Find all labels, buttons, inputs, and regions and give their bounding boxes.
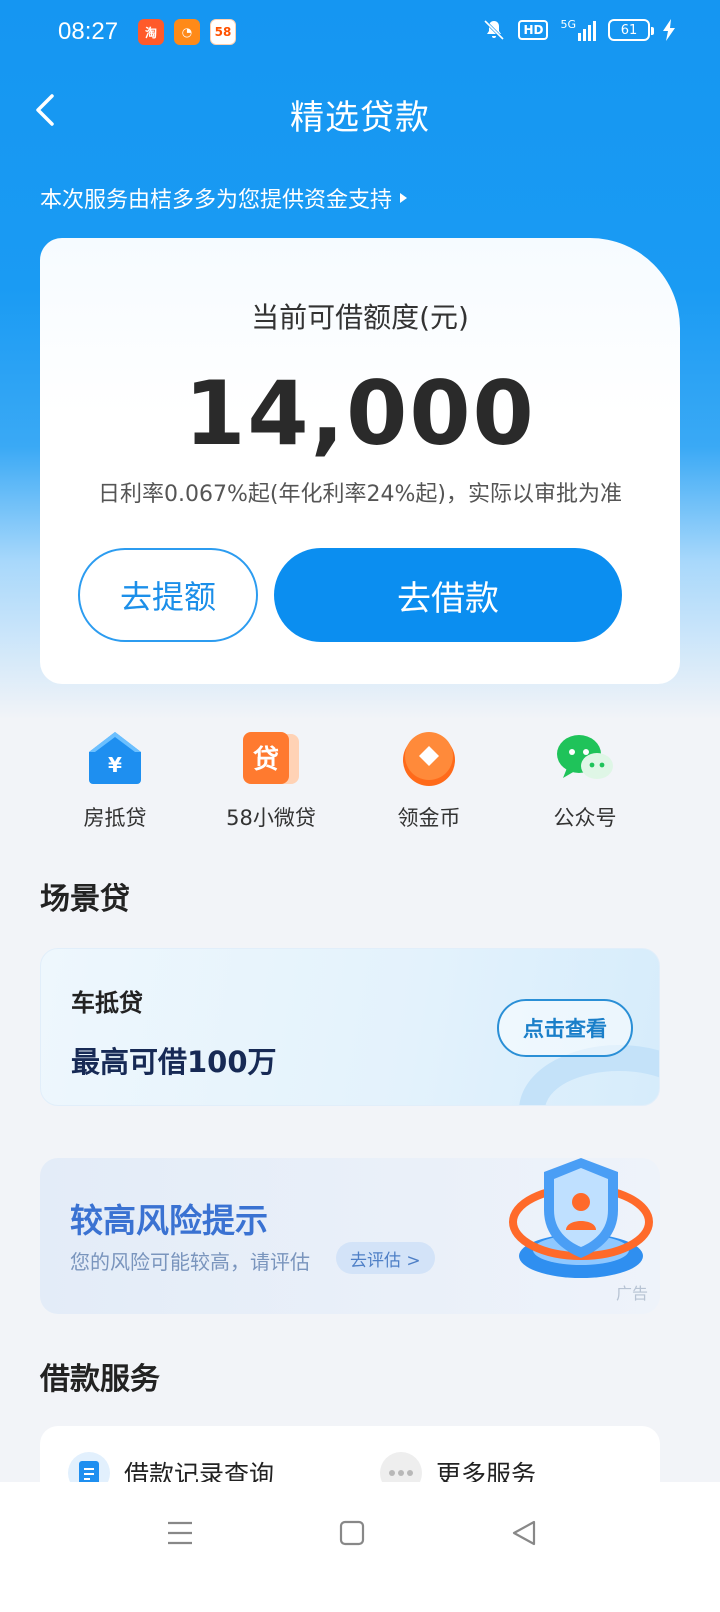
mute-bell-icon xyxy=(484,19,505,41)
svg-text:贷: 贷 xyxy=(253,744,279,775)
loan-services-section-title: 借款服务 xyxy=(40,1362,160,1397)
quick-entry-label: 58小微贷 xyxy=(226,806,316,830)
quick-entries: ¥ 房抵贷 贷 58小微贷 领金币 公众号 xyxy=(40,728,680,838)
status-time: 08:27 xyxy=(58,18,119,45)
taobao-app-icon: 淘 xyxy=(138,19,164,45)
rate-note: 日利率0.067%起(年化利率24%起)，实际以审批为准 xyxy=(98,482,622,507)
battery-icon: 61 xyxy=(608,19,654,41)
coin-icon xyxy=(399,728,459,788)
triangle-back-icon xyxy=(512,1520,536,1546)
house-yuan-icon: ¥ xyxy=(85,728,145,788)
scene-loan-name: 车抵贷 xyxy=(71,989,143,1017)
signal-icon: 5G xyxy=(560,19,596,41)
shield-illustration xyxy=(506,1158,656,1294)
risk-subtitle: 您的风险可能较高，请评估 xyxy=(70,1250,310,1274)
ad-tag: 广告 xyxy=(615,1284,648,1303)
borrow-button[interactable]: 去借款 xyxy=(274,548,622,642)
quick-entry-label: 房抵贷 xyxy=(83,806,147,830)
risk-warning-banner[interactable]: 较高风险提示 您的风险可能较高，请评估 去评估 > 广告 xyxy=(40,1158,660,1314)
header: 精选贷款 xyxy=(0,80,720,140)
quick-entry-small-loan[interactable]: 贷 58小微贷 xyxy=(196,728,346,832)
square-home-icon xyxy=(339,1520,365,1546)
system-back-button[interactable] xyxy=(494,1508,554,1558)
provider-note-link[interactable]: 本次服务由桔多多为您提供资金支持 xyxy=(40,182,408,214)
credit-amount: 14,000 xyxy=(184,362,536,465)
app-58-icon: 58 xyxy=(210,19,236,45)
limit-label: 当前可借额度(元) xyxy=(251,301,469,334)
home-button[interactable] xyxy=(322,1508,382,1558)
system-navigation-bar xyxy=(0,1482,720,1612)
triangle-right-icon xyxy=(400,193,408,203)
page-title: 精选贷款 xyxy=(290,98,430,138)
quick-entry-official-account[interactable]: 公众号 xyxy=(510,728,660,832)
loan-tag-icon: 贷 xyxy=(241,728,301,788)
svg-text:¥: ¥ xyxy=(108,753,122,777)
provider-note-text: 本次服务由桔多多为您提供资金支持 xyxy=(40,188,393,213)
scene-loan-section-title: 场景贷 xyxy=(40,882,130,917)
system-icons: HD 5G 61 xyxy=(482,18,676,42)
recent-apps-button[interactable] xyxy=(150,1508,210,1558)
notification-app-icons: 淘 ◔ 58 xyxy=(138,19,236,45)
hd-badge: HD xyxy=(518,20,549,40)
risk-title: 较高风险提示 xyxy=(70,1201,268,1240)
browser-app-icon: ◔ xyxy=(174,19,200,45)
charging-icon xyxy=(663,19,675,41)
battery-level: 61 xyxy=(620,22,638,38)
evaluate-button[interactable]: 去评估 > xyxy=(336,1242,435,1274)
credit-limit-card: 当前可借额度(元) 14,000 日利率0.067%起(年化利率24%起)，实际… xyxy=(40,238,680,684)
car-loan-card[interactable]: 车抵贷 最高可借100万 点击查看 xyxy=(40,948,660,1106)
scene-loan-amount: 最高可借100万 xyxy=(71,1045,277,1079)
network-type: 5G xyxy=(560,18,576,31)
status-bar: 08:27 淘 ◔ 58 HD 5G 61 xyxy=(0,0,720,66)
menu-lines-icon xyxy=(168,1521,192,1545)
raise-limit-button[interactable]: 去提额 xyxy=(78,548,258,642)
quick-entry-label: 公众号 xyxy=(553,806,617,830)
quick-entry-mortgage-loan[interactable]: ¥ 房抵贷 xyxy=(40,728,190,832)
view-details-button[interactable]: 点击查看 xyxy=(497,999,633,1057)
wechat-icon xyxy=(555,728,615,788)
quick-entry-gold-coin[interactable]: 领金币 xyxy=(354,728,504,832)
quick-entry-label: 领金币 xyxy=(397,806,461,830)
